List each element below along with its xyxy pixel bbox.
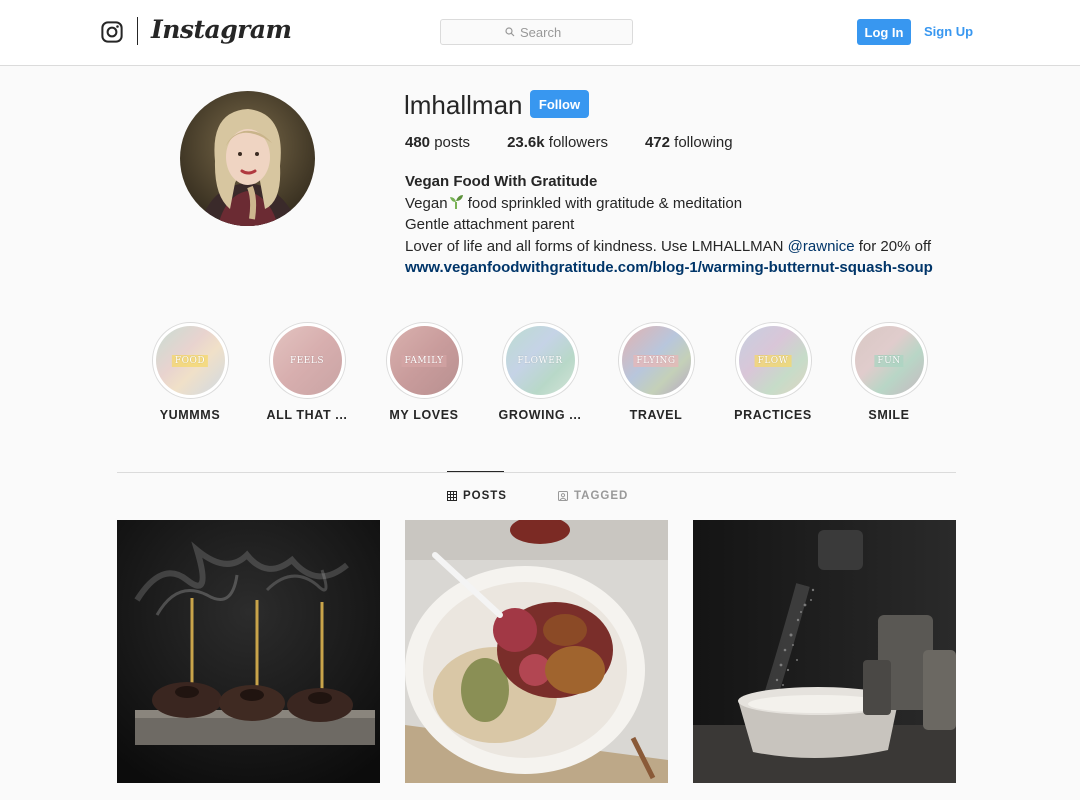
highlight-ring: FLYING <box>617 322 695 399</box>
highlight-cover-word: FAMILY <box>401 354 447 367</box>
highlight-yummms[interactable]: FOOD YUMMMS <box>130 322 250 422</box>
highlight-cover: FLYING <box>621 326 691 395</box>
profile-username: lmhallman <box>404 90 523 120</box>
post-thumbnail[interactable] <box>117 520 380 783</box>
logo-divider <box>137 17 138 45</box>
highlight-cover-word: FOOD <box>171 354 209 367</box>
followers-stat-label: followers <box>548 134 608 151</box>
highlight-cover-word: FLYING <box>633 354 679 367</box>
highlight-cover-word: FLOW <box>754 354 792 367</box>
highlight-label: ALL THAT ... <box>266 408 348 422</box>
highlight-all-that[interactable]: FEELS ALL THAT ... <box>247 322 367 422</box>
highlight-smile[interactable]: FUN SMILE <box>829 322 949 422</box>
profile-website-link[interactable]: www.veganfoodwithgratitude.com/blog-1/wa… <box>405 257 933 279</box>
tab-tagged[interactable]: TAGGED <box>558 490 628 502</box>
post-image-incense <box>117 520 380 783</box>
sign-up-link[interactable]: Sign Up <box>924 24 973 39</box>
tab-posts[interactable]: POSTS <box>447 490 507 502</box>
highlight-cover: FAMILY <box>389 326 459 395</box>
highlight-travel[interactable]: FLYING TRAVEL <box>596 322 716 422</box>
bio-line-3-suffix: for 20% off <box>854 237 932 255</box>
post-thumbnail[interactable] <box>405 520 668 783</box>
tag-icon <box>558 491 568 501</box>
top-navigation-bar: Instagram Log In Sign Up <box>0 0 1080 66</box>
post-thumbnail[interactable] <box>693 520 956 783</box>
highlight-label: PRACTICES <box>734 408 812 422</box>
bio-line-3: Lover of life and all forms of kindness.… <box>405 236 933 258</box>
profile-avatar[interactable] <box>180 91 315 226</box>
tab-tagged-label: TAGGED <box>574 490 629 502</box>
seedling-emoji-icon <box>449 194 463 209</box>
highlight-cover: FLOWER <box>505 326 575 395</box>
profile-stats: 480 posts 23.6k followers 472 following <box>405 134 770 151</box>
post-image-oatmeal <box>405 520 668 783</box>
highlight-ring: FOOD <box>151 322 229 399</box>
follow-button[interactable]: Follow <box>530 90 589 118</box>
highlight-label: TRAVEL <box>629 408 683 422</box>
search-input[interactable] <box>520 24 568 40</box>
highlight-cover: FUN <box>854 326 924 395</box>
highlight-cover: FOOD <box>155 326 225 395</box>
search-box[interactable] <box>440 19 633 45</box>
grid-icon <box>447 491 457 501</box>
instagram-wordmark[interactable]: Instagram <box>151 15 292 44</box>
bio-line-1: Vegan food sprinkled with gratitude & me… <box>405 193 933 215</box>
posts-count: 480 <box>405 134 431 151</box>
posts-stat-label: posts <box>434 134 471 151</box>
highlight-label: MY LOVES <box>389 408 459 422</box>
tab-posts-label: POSTS <box>463 490 507 502</box>
bio-line-1-suffix: food sprinkled with gratitude & meditati… <box>463 194 743 212</box>
highlight-ring: FUN <box>850 322 928 399</box>
bio-line-2: Gentle attachment parent <box>405 216 575 233</box>
following-stat-label: following <box>674 134 733 151</box>
highlight-my-loves[interactable]: FAMILY MY LOVES <box>364 322 484 422</box>
highlight-label: GROWING ... <box>498 408 582 422</box>
highlight-practices[interactable]: FLOW PRACTICES <box>713 322 833 422</box>
rawnice-mention-link[interactable]: @rawnice <box>788 238 855 255</box>
profile-full-name: Vegan Food With Gratitude <box>405 173 598 190</box>
highlight-ring: FEELS <box>268 322 346 399</box>
followers-count: 23.6k <box>507 134 545 151</box>
log-in-button[interactable]: Log In <box>857 19 911 45</box>
bio-line-3-prefix: Lover of life and all forms of kindness.… <box>405 237 788 255</box>
following-stat[interactable]: 472 following <box>645 134 733 151</box>
active-tab-indicator <box>447 471 504 472</box>
highlight-growing[interactable]: FLOWER GROWING ... <box>480 322 600 422</box>
highlight-label: SMILE <box>868 408 910 422</box>
instagram-camera-icon[interactable] <box>101 21 123 43</box>
highlight-label: YUMMMS <box>159 408 221 422</box>
posts-stat: 480 posts <box>405 134 470 151</box>
bio-line-1-prefix: Vegan <box>405 194 448 212</box>
highlight-ring: FLOWER <box>501 322 579 399</box>
story-highlights: FOOD YUMMMS FEELS ALL THAT ... FAMILY MY… <box>130 322 950 432</box>
highlight-ring: FLOW <box>734 322 812 399</box>
highlight-cover-word: FUN <box>874 354 904 367</box>
tabs-divider <box>117 472 956 473</box>
highlight-ring: FAMILY <box>385 322 463 399</box>
highlight-cover: FEELS <box>272 326 342 395</box>
followers-stat[interactable]: 23.6k followers <box>507 134 608 151</box>
highlight-cover-word: FEELS <box>289 355 325 366</box>
highlight-cover-word: FLOWER <box>517 355 563 366</box>
search-icon <box>505 27 515 37</box>
highlight-cover: FLOW <box>738 326 808 395</box>
following-count: 472 <box>644 134 670 151</box>
profile-bio: Vegan Food With Gratitude Vegan food spr… <box>405 171 933 279</box>
post-image-flour <box>693 520 956 783</box>
